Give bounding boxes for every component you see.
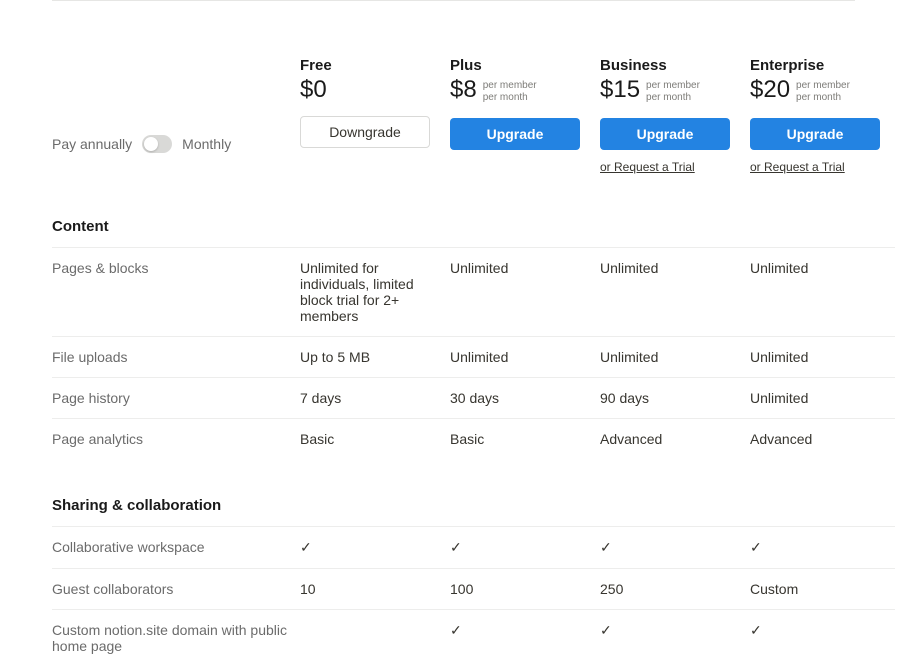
row-label: Guest collaborators [52, 568, 300, 609]
section-header-content: Content [52, 204, 300, 247]
row-cell: Unlimited [750, 336, 895, 377]
plan-header-business: Business $15 per member per month Upgrad… [600, 19, 750, 204]
plan-price: $20 [750, 78, 790, 102]
row-label: Pages & blocks [52, 247, 300, 288]
row-cell: Basic [450, 418, 600, 459]
row-label: Collaborative workspace [52, 526, 300, 567]
divider [52, 0, 855, 1]
price-unit: per member per month [796, 80, 850, 104]
row-cell: ✓ [750, 609, 895, 651]
price-unit: per member per month [483, 80, 537, 104]
plan-header-free: Free $0 Downgrade [300, 19, 450, 178]
price-unit: per member per month [646, 80, 700, 104]
plan-cta-row: Upgrade or Request a Trial [750, 118, 895, 186]
downgrade-button[interactable]: Downgrade [300, 116, 430, 148]
row-cell: ✓ [450, 526, 600, 568]
row-cell: Unlimited [600, 247, 750, 288]
pricing-container: Pay annually Monthly Free $0 Downgrade P… [0, 0, 895, 665]
plan-price-row: $8 per member per month [450, 78, 600, 104]
request-trial-link[interactable]: or Request a Trial [750, 160, 895, 174]
plan-price: $0 [300, 78, 327, 102]
plan-header-plus: Plus $8 per member per month Upgrade [450, 19, 600, 180]
row-cell: 10 [300, 568, 450, 609]
section-header-sharing: Sharing & collaboration [52, 483, 300, 526]
plan-price-row: $20 per member per month [750, 78, 895, 104]
plan-name: Enterprise [750, 57, 895, 74]
billing-toggle[interactable] [142, 135, 172, 153]
row-cell: Advanced [600, 418, 750, 459]
row-cell: ✓ [300, 526, 450, 568]
upgrade-button[interactable]: Upgrade [600, 118, 730, 150]
plan-cta-row: Upgrade [450, 118, 600, 162]
billing-toggle-row: Pay annually Monthly [52, 19, 300, 171]
row-cell: ✓ [600, 526, 750, 568]
plan-cta-row: Upgrade or Request a Trial [600, 118, 750, 186]
row-label: Custom notion.site domain with public ho… [52, 609, 300, 665]
row-cell: Unlimited for individuals, limited block… [300, 247, 450, 336]
row-cell: Unlimited [450, 336, 600, 377]
row-cell: 30 days [450, 377, 600, 418]
row-cell: Basic [300, 418, 450, 459]
row-cell: 90 days [600, 377, 750, 418]
row-cell: ✓ [450, 609, 600, 651]
row-label: File uploads [52, 336, 300, 377]
billing-annually-label: Pay annually [52, 136, 132, 152]
row-cell: ✓ [750, 526, 895, 568]
row-label: Page analytics [52, 418, 300, 459]
row-cell: Advanced [750, 418, 895, 459]
plan-cta-row: Downgrade [300, 116, 450, 160]
row-cell: Custom [750, 568, 895, 609]
upgrade-button[interactable]: Upgrade [750, 118, 880, 150]
pricing-grid: Pay annually Monthly Free $0 Downgrade P… [52, 19, 855, 665]
row-cell [300, 609, 450, 634]
plan-name: Plus [450, 57, 600, 74]
row-cell: 250 [600, 568, 750, 609]
plan-name: Business [600, 57, 750, 74]
row-cell: Up to 5 MB [300, 336, 450, 377]
plan-price: $15 [600, 78, 640, 102]
billing-monthly-label: Monthly [182, 136, 231, 152]
row-label: Page history [52, 377, 300, 418]
plan-price-row: $0 [300, 78, 450, 102]
row-cell: Unlimited [600, 336, 750, 377]
row-cell: ✓ [600, 609, 750, 651]
upgrade-button[interactable]: Upgrade [450, 118, 580, 150]
row-cell: 100 [450, 568, 600, 609]
row-cell: Unlimited [750, 247, 895, 288]
request-trial-link[interactable]: or Request a Trial [600, 160, 750, 174]
plan-name: Free [300, 57, 450, 74]
row-cell: 7 days [300, 377, 450, 418]
plan-price: $8 [450, 78, 477, 102]
plan-header-enterprise: Enterprise $20 per member per month Upgr… [750, 19, 895, 204]
row-cell: Unlimited [450, 247, 600, 288]
plan-price-row: $15 per member per month [600, 78, 750, 104]
toggle-knob [144, 137, 158, 151]
scroll-area[interactable]: Pay annually Monthly Free $0 Downgrade P… [0, 0, 895, 665]
row-cell: Unlimited [750, 377, 895, 418]
